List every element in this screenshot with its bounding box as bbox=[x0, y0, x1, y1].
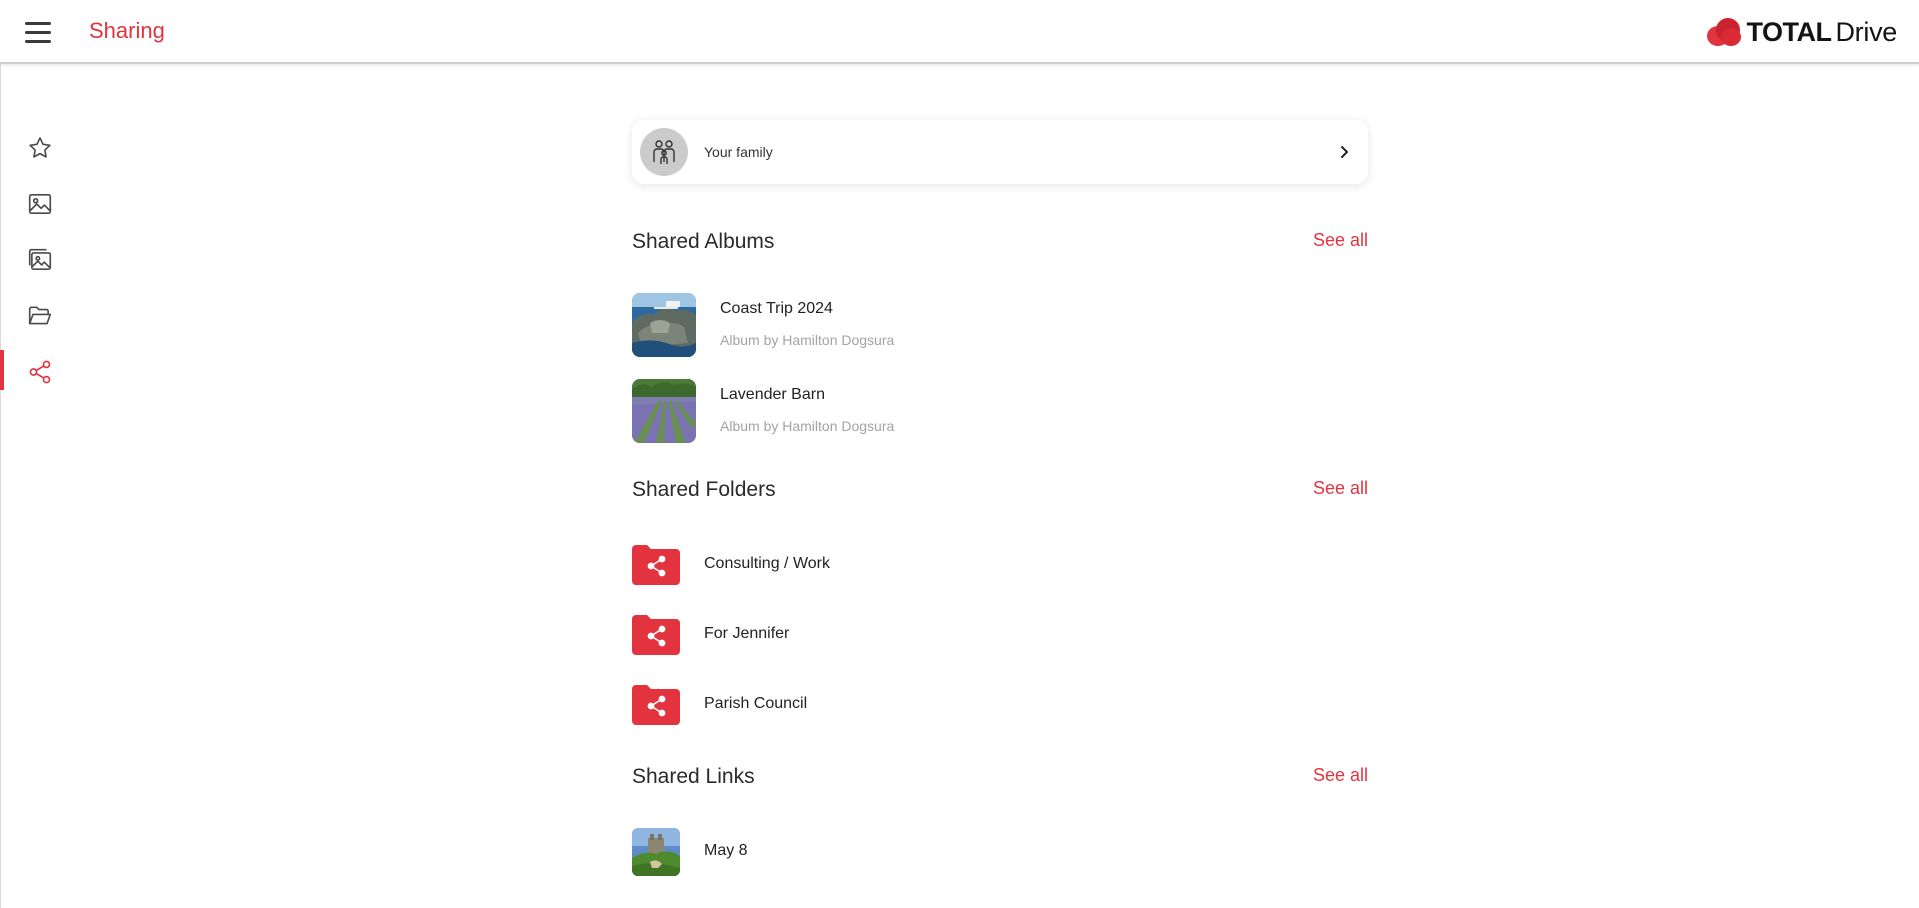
sidebar-nav bbox=[0, 120, 80, 400]
folder-item[interactable]: Parish Council bbox=[632, 681, 1368, 729]
shared-folders-header: Shared Folders See all bbox=[632, 478, 1368, 508]
folder-name: Consulting / Work bbox=[704, 555, 830, 572]
see-all-links-link[interactable]: See all bbox=[1313, 765, 1368, 786]
top-bar: Sharing TOTAL Drive bbox=[0, 0, 1919, 64]
cloud-logo-icon bbox=[1707, 18, 1742, 46]
link-name: May 8 bbox=[704, 842, 748, 859]
image-icon bbox=[28, 193, 52, 215]
album-name: Coast Trip 2024 bbox=[720, 300, 833, 317]
photo-album-icon bbox=[28, 248, 52, 271]
brand-name-bold: TOTAL bbox=[1746, 16, 1832, 47]
album-thumbnail bbox=[632, 379, 696, 443]
album-thumbnail bbox=[632, 293, 696, 357]
family-avatar bbox=[640, 128, 688, 176]
sharing-content: Your family Shared Albums See all Coast … bbox=[632, 120, 1368, 876]
shared-albums-header: Shared Albums See all bbox=[632, 230, 1368, 260]
section-title: Shared Albums bbox=[632, 230, 775, 253]
link-item[interactable]: May 8 bbox=[632, 828, 1368, 876]
shared-folder-icon bbox=[632, 545, 680, 585]
album-name: Lavender Barn bbox=[720, 386, 825, 403]
album-owner: Album by Hamilton Dogsura bbox=[720, 418, 895, 434]
shared-folder-icon bbox=[632, 685, 680, 725]
sidebar-item-files[interactable] bbox=[0, 288, 80, 344]
album-item[interactable]: Coast Trip 2024 Album by Hamilton Dogsur… bbox=[632, 293, 1368, 357]
folder-name: Parish Council bbox=[704, 695, 808, 712]
folder-item[interactable]: Consulting / Work bbox=[632, 541, 1368, 589]
link-thumbnail bbox=[632, 828, 680, 876]
sidebar-item-photos[interactable] bbox=[0, 176, 80, 232]
share-icon bbox=[29, 360, 51, 384]
album-item[interactable]: Lavender Barn Album by Hamilton Dogsura bbox=[632, 379, 1368, 443]
see-all-folders-link[interactable]: See all bbox=[1313, 478, 1368, 499]
shared-links-header: Shared Links See all bbox=[632, 765, 1368, 795]
section-title: Shared Folders bbox=[632, 478, 776, 501]
chevron-right-icon bbox=[1341, 146, 1348, 158]
family-label: Your family bbox=[704, 144, 773, 160]
hamburger-menu-icon[interactable] bbox=[22, 20, 54, 46]
album-owner: Album by Hamilton Dogsura bbox=[720, 332, 895, 348]
your-family-card[interactable]: Your family bbox=[632, 120, 1368, 184]
folder-name: For Jennifer bbox=[704, 625, 790, 642]
shared-folder-icon bbox=[632, 615, 680, 655]
sidebar-item-albums[interactable] bbox=[0, 232, 80, 288]
sidebar-item-favorites[interactable] bbox=[0, 120, 80, 176]
page-title: Sharing bbox=[89, 18, 165, 43]
family-icon bbox=[653, 140, 675, 164]
folder-open-icon bbox=[28, 306, 52, 325]
folder-item[interactable]: For Jennifer bbox=[632, 611, 1368, 659]
brand-logo: TOTAL Drive bbox=[1706, 15, 1897, 49]
sidebar-item-sharing[interactable] bbox=[0, 344, 80, 400]
star-icon bbox=[29, 137, 51, 158]
brand-name-light: Drive bbox=[1835, 16, 1897, 47]
section-title: Shared Links bbox=[632, 765, 755, 788]
see-all-albums-link[interactable]: See all bbox=[1313, 230, 1368, 251]
